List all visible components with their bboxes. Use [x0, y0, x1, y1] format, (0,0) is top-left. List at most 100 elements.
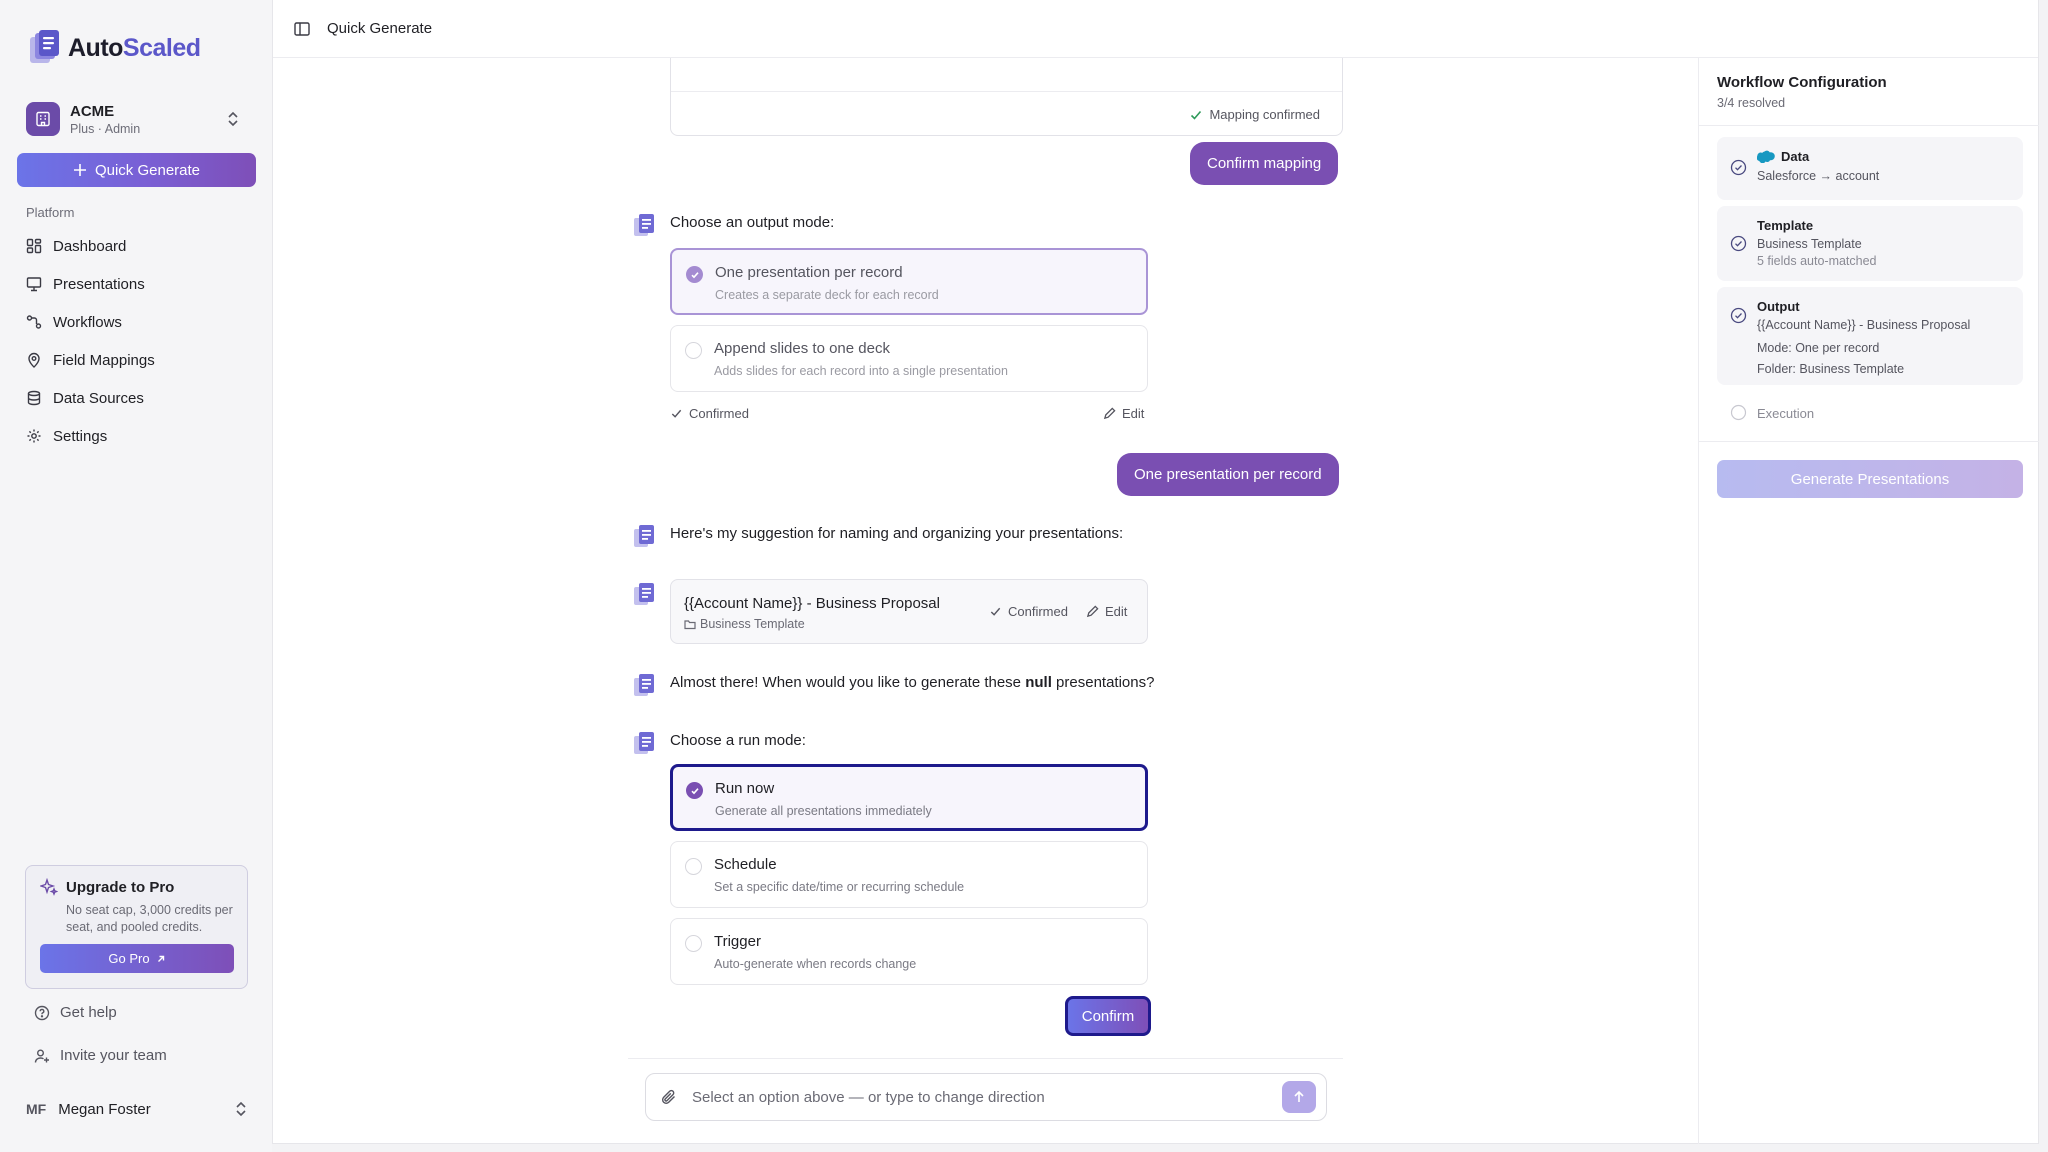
option-desc: Set a specific date/time or recurring sc…: [714, 880, 965, 894]
org-name: ACME: [70, 102, 115, 120]
option-desc: Auto-generate when records change: [714, 957, 917, 971]
plus-icon: [73, 164, 86, 176]
sidebar-item-presentations[interactable]: Presentations: [16, 265, 256, 303]
sidebar-item-settings[interactable]: Settings: [16, 417, 256, 455]
output-option-per-record[interactable]: One presentation per record Creates a se…: [670, 248, 1148, 315]
step-data[interactable]: Data Salesforce → account: [1717, 137, 2023, 200]
sidebar-nav: Dashboard Presentations Workflows Field …: [16, 227, 256, 455]
naming-title: {{Account Name}} - Business Proposal: [684, 595, 940, 612]
logo-icon: [30, 30, 59, 63]
go-pro-button[interactable]: Go Pro: [40, 944, 234, 973]
invite-team-link[interactable]: Invite your team: [34, 1047, 167, 1064]
naming-edit-button[interactable]: Edit: [1086, 604, 1127, 619]
step-detail: Folder: Business Template: [1757, 362, 1905, 376]
panel-divider: [1699, 125, 2039, 126]
sidebar-item-label: Field Mappings: [53, 351, 155, 369]
org-avatar: [26, 102, 60, 136]
panel-progress: 3/4 resolved: [1717, 96, 1786, 110]
run-option-run-now[interactable]: Run now Generate all presentations immed…: [670, 764, 1148, 831]
panel-divider: [1699, 441, 2039, 442]
get-help-label: Get help: [60, 1004, 117, 1021]
option-title: Schedule: [714, 856, 777, 873]
assistant-message-when: Almost there! When would you like to gen…: [670, 674, 1155, 691]
user-menu[interactable]: MF Megan Foster: [26, 1096, 248, 1122]
sidebar: AutoScaled ACME Plus · Admin Quick Gener…: [0, 0, 272, 1152]
option-desc: Adds slides for each record into a singl…: [714, 364, 1008, 378]
step-detail: Mode: One per record: [1757, 341, 1880, 355]
check-circle-icon: [1730, 235, 1747, 252]
generate-presentations-button[interactable]: Generate Presentations: [1717, 460, 2023, 498]
naming-card: {{Account Name}} - Business Proposal Bus…: [670, 579, 1148, 644]
run-option-schedule[interactable]: Schedule Set a specific date/time or rec…: [670, 841, 1148, 908]
message-input[interactable]: [692, 1088, 1268, 1106]
option-title: Trigger: [714, 933, 761, 950]
option-desc: Generate all presentations immediately: [715, 804, 932, 818]
sparkle-icon: [40, 878, 58, 896]
radio-checked-icon: [686, 782, 703, 799]
assistant-avatar-icon: [634, 525, 654, 547]
external-arrow-icon: [157, 955, 164, 962]
org-switcher[interactable]: ACME Plus · Admin: [16, 96, 250, 142]
map-pin-icon: [28, 352, 40, 368]
sidebar-toggle-icon[interactable]: [293, 20, 311, 38]
sidebar-item-label: Data Sources: [53, 389, 144, 407]
step-execution[interactable]: Execution: [1717, 398, 2023, 428]
step-title: Execution: [1757, 406, 1815, 421]
panel-title: Workflow Configuration: [1717, 74, 1887, 91]
run-option-trigger[interactable]: Trigger Auto-generate when records chang…: [670, 918, 1148, 985]
chevron-up-down-icon: [236, 1101, 246, 1117]
get-help-link[interactable]: Get help: [34, 1004, 117, 1021]
sidebar-item-label: Workflows: [53, 313, 122, 331]
sidebar-item-workflows[interactable]: Workflows: [16, 303, 256, 341]
chat-thread: Mapping confirmed Confirm mapping Choose…: [273, 58, 1698, 1144]
assistant-message-naming: Here's my suggestion for naming and orga…: [670, 525, 1124, 542]
radio-empty-icon: [685, 935, 702, 952]
output-option-append[interactable]: Append slides to one deck Adds slides fo…: [670, 325, 1148, 392]
mapping-card: Mapping confirmed: [670, 58, 1343, 136]
sidebar-item-data-sources[interactable]: Data Sources: [16, 379, 256, 417]
quick-generate-label: Quick Generate: [94, 161, 201, 179]
check-circle-icon: [1730, 159, 1747, 176]
step-detail: Salesforce → account: [1757, 169, 1880, 183]
invite-team-label: Invite your team: [60, 1047, 167, 1064]
chevron-up-down-icon: [228, 111, 238, 127]
radio-empty-icon: [685, 342, 702, 359]
composer: [645, 1073, 1327, 1121]
user-plus-icon: [34, 1049, 49, 1063]
check-circle-icon: [1730, 307, 1747, 324]
assistant-avatar-icon: [634, 674, 654, 696]
assistant-avatar-icon: [634, 214, 654, 236]
step-detail: 5 fields auto-matched: [1757, 254, 1877, 268]
confirm-run-mode-button[interactable]: Confirm: [1065, 996, 1151, 1036]
option-title: Run now: [715, 780, 775, 797]
naming-folder: Business Template: [684, 617, 805, 631]
send-button[interactable]: [1282, 1081, 1316, 1113]
radio-empty-icon: [685, 858, 702, 875]
folder-icon: [684, 619, 696, 629]
avatar: MF: [26, 1101, 47, 1117]
arrow-up-icon: [1294, 1090, 1304, 1102]
top-bar: Quick Generate: [273, 0, 2038, 58]
radio-checked-icon: [686, 266, 703, 283]
step-output[interactable]: Output {{Account Name}} - Business Propo…: [1717, 287, 2023, 385]
assistant-message-run-mode: Choose a run mode:: [670, 732, 806, 749]
step-title: Output: [1757, 299, 1800, 314]
app-logo[interactable]: AutoScaled: [28, 30, 201, 66]
sidebar-item-label: Presentations: [53, 275, 145, 293]
quick-generate-button[interactable]: Quick Generate: [17, 153, 256, 187]
sidebar-item-label: Dashboard: [53, 237, 127, 255]
paperclip-icon[interactable]: [660, 1088, 678, 1106]
pencil-icon: [1086, 605, 1099, 618]
output-edit-button[interactable]: Edit: [1103, 406, 1144, 421]
step-detail: {{Account Name}} - Business Proposal: [1757, 318, 1971, 332]
main-frame: Quick Generate Mapping confirmed Confirm…: [272, 0, 2039, 1144]
step-template[interactable]: Template Business Template 5 fields auto…: [1717, 206, 2023, 281]
nav-heading-platform: Platform: [26, 205, 75, 220]
sidebar-item-dashboard[interactable]: Dashboard: [16, 227, 256, 265]
output-confirmed-status: Confirmed: [670, 406, 749, 421]
mapping-confirmed-status: Mapping confirmed: [1189, 107, 1320, 122]
user-message-confirm-mapping: Confirm mapping: [1190, 142, 1339, 185]
sidebar-item-field-mappings[interactable]: Field Mappings: [16, 341, 256, 379]
assistant-message-output-mode: Choose an output mode:: [670, 214, 835, 231]
building-icon: [36, 111, 50, 127]
